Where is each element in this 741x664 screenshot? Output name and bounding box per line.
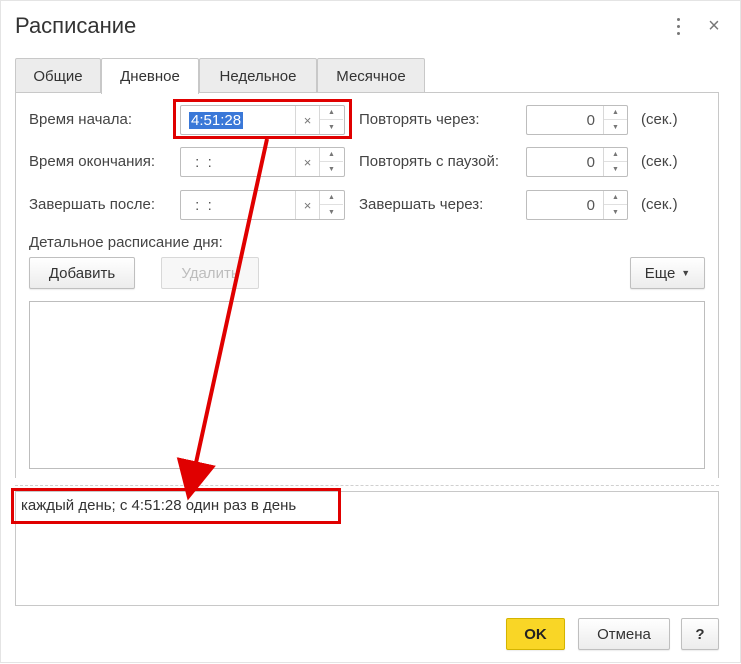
number-stepper[interactable]: ▲ ▼: [603, 148, 627, 176]
more-button[interactable]: Еще ▼: [630, 257, 705, 289]
end-time-field[interactable]: : : × ▲ ▼: [180, 147, 345, 177]
finish-after-field[interactable]: : : × ▲ ▼: [180, 190, 345, 220]
number-stepper[interactable]: ▲ ▼: [603, 191, 627, 219]
finish-in-unit: (сек.): [641, 196, 678, 213]
end-time-value: : :: [191, 154, 212, 171]
finish-in-field[interactable]: 0 ▲ ▼: [526, 190, 628, 220]
schedule-summary-text: каждый день; с 4:51:28 один раз в день: [21, 497, 297, 514]
close-icon[interactable]: ×: [703, 15, 725, 37]
cancel-button[interactable]: Отмена: [578, 618, 670, 650]
time-stepper[interactable]: ▲ ▼: [319, 191, 343, 219]
start-time-field[interactable]: 4:51:28 × ▲ ▼: [180, 105, 345, 135]
tab-general[interactable]: Общие: [15, 58, 101, 93]
help-button[interactable]: ?: [681, 618, 719, 650]
chevron-up-icon[interactable]: ▲: [604, 191, 627, 205]
chevron-down-icon[interactable]: ▼: [320, 205, 343, 219]
repeat-pause-field[interactable]: 0 ▲ ▼: [526, 147, 628, 177]
finish-after-label: Завершать после:: [29, 196, 156, 213]
clear-icon[interactable]: ×: [295, 191, 319, 219]
clear-icon[interactable]: ×: [295, 106, 319, 134]
chevron-down-icon[interactable]: ▼: [604, 162, 627, 176]
number-stepper[interactable]: ▲ ▼: [603, 106, 627, 134]
delete-button[interactable]: Удалить: [161, 257, 259, 289]
dialog-title: Расписание: [15, 13, 137, 38]
chevron-down-icon[interactable]: ▼: [604, 205, 627, 219]
chevron-down-icon[interactable]: ▼: [604, 120, 627, 134]
chevron-up-icon[interactable]: ▲: [604, 106, 627, 120]
detail-schedule-label: Детальное расписание дня:: [29, 234, 223, 251]
chevron-down-icon[interactable]: ▼: [320, 162, 343, 176]
chevron-up-icon[interactable]: ▲: [320, 106, 343, 120]
repeat-every-field[interactable]: 0 ▲ ▼: [526, 105, 628, 135]
repeat-pause-value: 0: [586, 154, 595, 171]
repeat-every-unit: (сек.): [641, 111, 678, 128]
repeat-every-value: 0: [586, 112, 595, 129]
more-button-label: Еще: [644, 264, 676, 282]
repeat-every-label: Повторять через:: [359, 111, 480, 128]
end-time-label: Время окончания:: [29, 153, 156, 170]
more-options-icon[interactable]: [667, 15, 689, 37]
time-stepper[interactable]: ▲ ▼: [319, 148, 343, 176]
finish-in-label: Завершать через:: [359, 196, 484, 213]
divider: [15, 485, 719, 486]
chevron-down-icon[interactable]: ▼: [320, 120, 343, 134]
add-button[interactable]: Добавить: [29, 257, 135, 289]
repeat-pause-label: Повторять с паузой:: [359, 153, 500, 170]
tab-weekly[interactable]: Недельное: [199, 58, 317, 93]
finish-after-value: : :: [191, 197, 212, 214]
chevron-up-icon[interactable]: ▲: [604, 148, 627, 162]
detail-schedule-list[interactable]: [29, 301, 705, 469]
start-time-value[interactable]: 4:51:28: [189, 112, 244, 129]
caret-down-icon: ▼: [681, 268, 691, 278]
schedule-dialog: Расписание × Общие Дневное Недельное Мес…: [0, 0, 741, 663]
clear-icon[interactable]: ×: [295, 148, 319, 176]
start-time-label: Время начала:: [29, 111, 133, 128]
repeat-pause-unit: (сек.): [641, 153, 678, 170]
ok-button[interactable]: OK: [506, 618, 565, 650]
tab-daily[interactable]: Дневное: [101, 58, 199, 94]
finish-in-value: 0: [586, 197, 595, 214]
tab-monthly[interactable]: Месячное: [317, 58, 425, 93]
chevron-up-icon[interactable]: ▲: [320, 191, 343, 205]
time-stepper[interactable]: ▲ ▼: [319, 106, 343, 134]
chevron-up-icon[interactable]: ▲: [320, 148, 343, 162]
